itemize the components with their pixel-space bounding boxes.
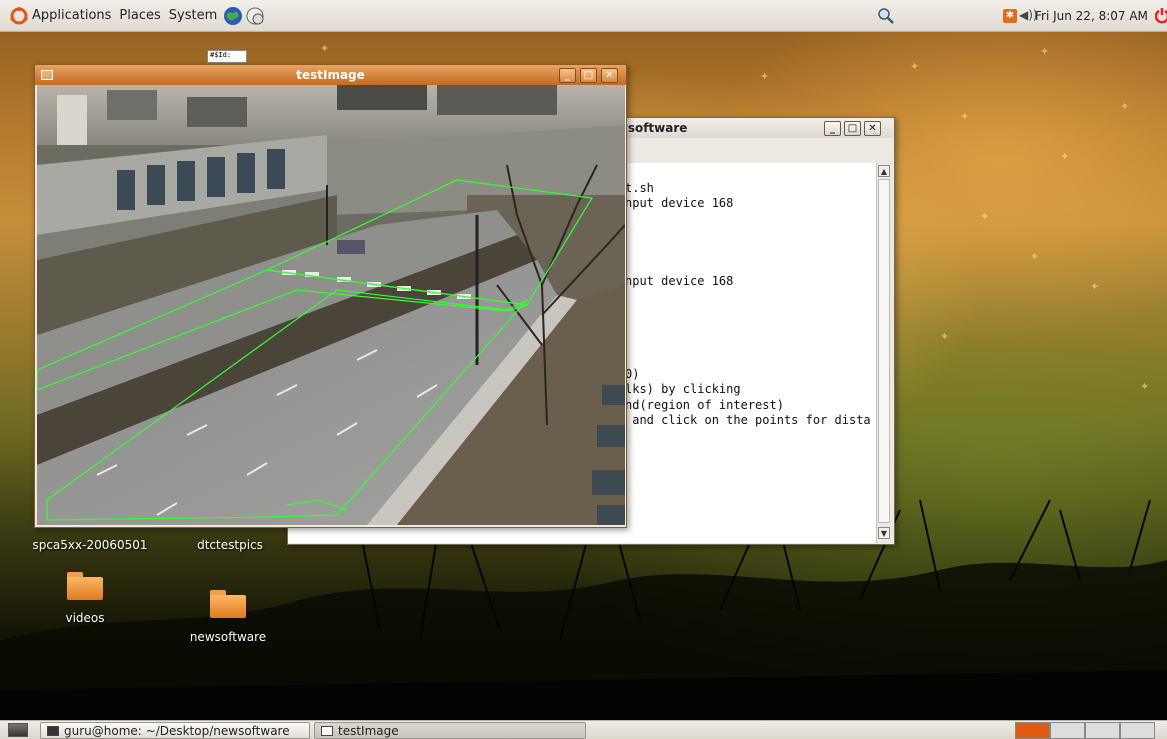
folder-icon-newsoftware[interactable] — [210, 590, 246, 618]
test-image-window[interactable]: testImage _ □ ✕ — [34, 64, 627, 528]
menu-system[interactable]: System — [165, 8, 221, 23]
close-button[interactable]: ✕ — [601, 68, 618, 83]
minimize-button[interactable]: _ — [559, 68, 576, 83]
taskbar-item-testimage-label: testImage — [338, 723, 399, 738]
terminal-line: nd(region of interest) — [625, 397, 784, 412]
test-image-title: testImage — [296, 68, 365, 82]
terminal-line: 0) — [625, 366, 640, 381]
test-image-titlebar[interactable]: testImage _ □ ✕ — [35, 65, 626, 85]
menu-places[interactable]: Places — [115, 8, 164, 23]
taskbar-item-terminal[interactable]: guru@home: ~/Desktop/newsoftware — [40, 722, 310, 739]
workspace-4[interactable] — [1120, 722, 1155, 739]
window-menu-icon[interactable] — [41, 70, 53, 80]
window-icon — [321, 725, 333, 736]
terminal-title: vsoftware — [620, 121, 688, 135]
show-desktop-icon[interactable] — [8, 723, 28, 737]
scroll-down-arrow[interactable]: ▼ — [878, 527, 890, 539]
search-icon[interactable] — [877, 7, 895, 25]
scroll-up-arrow[interactable]: ▲ — [878, 165, 890, 177]
terminal-line: nput device 168 — [625, 273, 734, 288]
terminal-line: lks) by clicking — [625, 382, 741, 396]
globe-icon[interactable] — [223, 6, 243, 26]
minimize-button[interactable]: _ — [824, 121, 841, 136]
terminal-line: t.sh — [625, 180, 654, 195]
scroll-thumb[interactable] — [878, 179, 890, 523]
maximize-button[interactable]: □ — [580, 68, 597, 83]
text-file-icon[interactable]: #$Id: — [207, 50, 247, 63]
terminal-line: and click on the points for dista — [625, 413, 871, 427]
text-file-label: #$Id: — [210, 51, 232, 59]
ubuntu-logo-icon[interactable] — [10, 6, 28, 25]
power-icon[interactable] — [1154, 8, 1167, 24]
menu-applications[interactable]: Applications — [28, 8, 115, 23]
network-icon[interactable] — [245, 6, 265, 26]
close-button[interactable]: ✕ — [864, 121, 881, 136]
desktop-icon-dtctestpics-label[interactable]: dtctestpics — [180, 538, 280, 552]
camera-image[interactable] — [37, 85, 625, 525]
terminal-line: nput device 168 — [625, 196, 734, 210]
update-icon[interactable]: ✱ — [1003, 9, 1017, 23]
desktop-icon-videos-label[interactable]: videos — [45, 611, 125, 625]
maximize-button[interactable]: □ — [844, 121, 861, 136]
workspace-2[interactable] — [1050, 722, 1085, 739]
folder-icon-videos[interactable] — [67, 572, 103, 600]
desktop-icon-spca5xx-label[interactable]: spca5xx-20060501 — [30, 538, 150, 552]
clock[interactable]: Fri Jun 22, 8:07 AM — [1035, 9, 1148, 23]
desktop-icon-newsoftware-label[interactable]: newsoftware — [178, 630, 278, 644]
workspace-switcher-icon[interactable] — [1015, 722, 1155, 739]
terminal-output: t.sh nput device 168 nput device 168 0) lk… — [625, 165, 871, 429]
terminal-scrollbar[interactable]: ▲ ▼ — [876, 163, 892, 543]
bottom-panel: guru@home: ~/Desktop/newsoftware testIma… — [0, 720, 1167, 739]
terminal-icon — [47, 725, 59, 736]
taskbar-item-terminal-label: guru@home: ~/Desktop/newsoftware — [64, 723, 290, 738]
workspace-3[interactable] — [1085, 722, 1120, 739]
workspace-1[interactable] — [1015, 722, 1050, 739]
taskbar-item-testimage[interactable]: testImage — [314, 722, 586, 739]
top-panel: Applications Places System ✱ ◀)) Fri Jun… — [0, 0, 1167, 32]
